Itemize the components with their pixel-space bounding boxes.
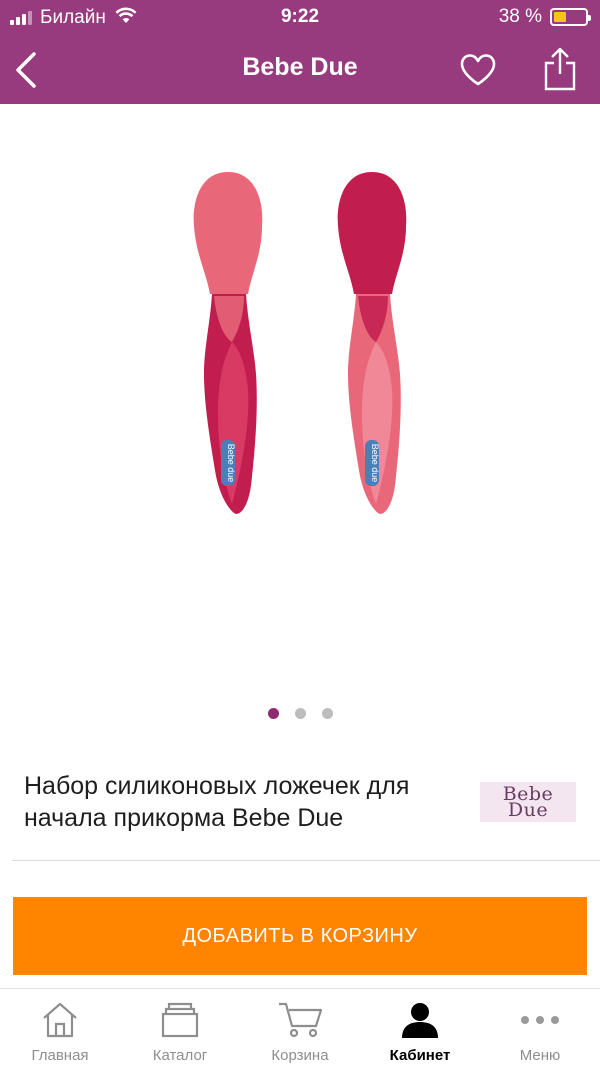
home-icon bbox=[43, 1002, 77, 1038]
product-title: Набор силиконовых ложечек для начала при… bbox=[24, 772, 410, 832]
battery-percent: 38 % bbox=[498, 6, 542, 27]
tab-catalog[interactable]: Каталог bbox=[120, 989, 240, 1066]
brand-logo-line2: Due bbox=[507, 799, 549, 821]
pagination-dot[interactable] bbox=[294, 708, 306, 719]
catalog-icon bbox=[161, 1002, 199, 1038]
tab-profile[interactable]: Кабинет bbox=[360, 989, 480, 1066]
tab-label: Корзина bbox=[271, 1047, 329, 1064]
profile-icon bbox=[402, 1003, 438, 1038]
more-icon bbox=[521, 1016, 559, 1024]
spoon-light: Bebe due bbox=[193, 172, 263, 514]
spoon-brand-label: Bebe due bbox=[226, 444, 236, 483]
tab-label: Меню bbox=[519, 1047, 561, 1064]
tab-home[interactable]: Главная bbox=[0, 989, 120, 1066]
status-right: 38 % bbox=[498, 6, 591, 28]
pagination-dot[interactable] bbox=[267, 708, 279, 719]
product-image: Bebe due Bebe due bbox=[193, 172, 407, 514]
favorite-button[interactable] bbox=[456, 48, 500, 92]
divider bbox=[12, 860, 600, 861]
product-gallery[interactable]: Bebe due Bebe due bbox=[0, 104, 600, 694]
tab-label: Главная bbox=[31, 1047, 89, 1064]
gallery-pagination bbox=[0, 708, 600, 720]
pagination-dot[interactable] bbox=[321, 708, 333, 719]
tab-bar: Главная Каталог Корзина Кабинет Меню bbox=[0, 988, 600, 1066]
page-title: Bebe Due bbox=[242, 53, 358, 81]
cart-icon bbox=[279, 1002, 323, 1038]
brand-logo[interactable]: Bebe Due bbox=[480, 782, 576, 822]
heart-icon bbox=[460, 54, 496, 86]
battery-icon bbox=[550, 8, 591, 26]
share-icon bbox=[544, 47, 576, 91]
tab-label: Кабинет bbox=[389, 1047, 451, 1064]
spoon-dark: Bebe due bbox=[337, 172, 407, 514]
tab-label: Каталог bbox=[152, 1047, 208, 1064]
add-to-cart-button[interactable]: ДОБАВИТЬ В КОРЗИНУ bbox=[13, 897, 587, 975]
spoon-brand-label: Bebe due bbox=[370, 444, 380, 483]
share-button[interactable] bbox=[538, 42, 582, 96]
tab-menu[interactable]: Меню bbox=[480, 989, 600, 1066]
nav-bar: Bebe Due bbox=[0, 36, 600, 104]
tab-cart[interactable]: Корзина bbox=[240, 989, 360, 1066]
status-bar: Билайн 9:22 38 % bbox=[0, 0, 600, 36]
